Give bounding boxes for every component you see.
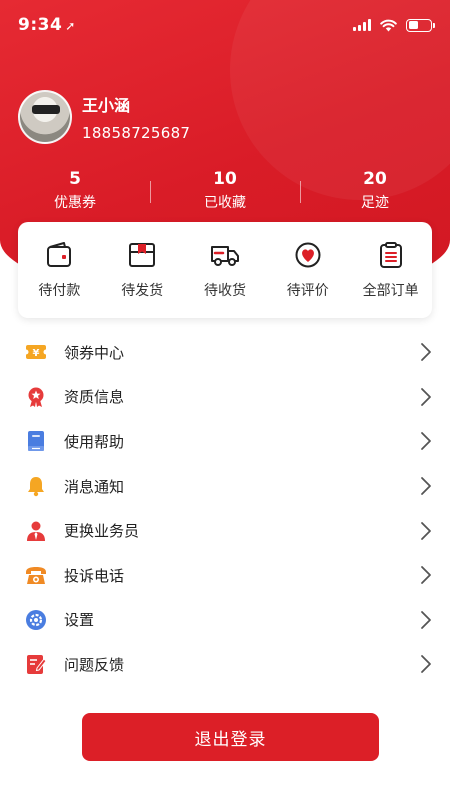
menu-label: 问题反馈	[64, 655, 125, 674]
stats-bar: 5 优惠券 10 已收藏 20 足迹	[0, 165, 450, 215]
menu-item-feedback[interactable]: 问题反馈	[0, 642, 450, 687]
menu-label: 资质信息	[64, 388, 125, 407]
user-name: 王小涵	[82, 96, 131, 115]
help-book-icon	[24, 429, 48, 453]
battery-icon	[406, 18, 435, 32]
user-profile[interactable]: 王小涵 18858725687	[18, 90, 190, 144]
wifi-icon	[380, 19, 397, 31]
svg-text:¥: ¥	[33, 348, 40, 359]
order-pending-payment[interactable]: 待付款	[18, 240, 101, 300]
stat-count: 5	[69, 168, 81, 189]
certificate-icon	[24, 385, 48, 409]
profile-page: 9:34 ➚ 王小涵 18858725687 5 优惠券 10 已收藏 20 足…	[0, 0, 450, 800]
stat-label: 足迹	[361, 194, 389, 211]
order-list-icon	[379, 242, 402, 268]
orders-card: 待付款 待发货 待收货 待评价 全部订单	[18, 222, 432, 318]
stat-label: 优惠券	[54, 194, 96, 211]
delivery-truck-icon	[210, 246, 239, 266]
menu-item-complaint-phone[interactable]: 投诉电话	[0, 553, 450, 598]
settings-menu: ¥ 领券中心 资质信息 使用帮助 消息通知 更换业务员 投诉电话 设置 问题反馈	[0, 330, 450, 687]
order-pending-receipt[interactable]: 待收货	[184, 240, 267, 300]
stat-count: 10	[213, 168, 237, 189]
order-label: 全部订单	[362, 283, 419, 299]
menu-item-settings[interactable]: 设置	[0, 598, 450, 643]
menu-item-change-salesperson[interactable]: 更换业务员	[0, 508, 450, 553]
order-pending-shipment[interactable]: 待发货	[101, 240, 184, 300]
stat-coupons[interactable]: 5 优惠券	[0, 169, 150, 212]
bell-icon	[24, 474, 48, 498]
order-label: 待发货	[121, 283, 164, 299]
chevron-right-icon	[421, 566, 431, 585]
stat-label: 已收藏	[204, 194, 246, 211]
stat-count: 20	[363, 168, 387, 189]
status-indicators	[353, 18, 435, 32]
avatar[interactable]	[18, 90, 72, 144]
chevron-right-icon	[421, 432, 431, 451]
chevron-right-icon	[421, 655, 431, 674]
chevron-right-icon	[421, 477, 431, 495]
salesperson-icon	[24, 519, 48, 543]
menu-item-qualification[interactable]: 资质信息	[0, 375, 450, 420]
logout-button[interactable]: 退出登录	[82, 713, 379, 761]
coupon-icon: ¥	[24, 340, 48, 364]
menu-item-notifications[interactable]: 消息通知	[0, 464, 450, 509]
chevron-right-icon	[421, 387, 431, 406]
menu-item-coupon-center[interactable]: ¥ 领券中心	[0, 330, 450, 375]
status-bar: 9:34 ➚	[0, 0, 450, 50]
order-label: 待评价	[286, 283, 329, 299]
menu-label: 领券中心	[64, 343, 125, 362]
menu-label: 设置	[64, 611, 95, 630]
order-all[interactable]: 全部订单	[349, 240, 432, 300]
feedback-icon	[24, 652, 48, 676]
order-label: 待收货	[203, 283, 246, 299]
stat-footprints[interactable]: 20 足迹	[300, 169, 450, 212]
package-icon	[129, 243, 156, 267]
menu-item-help[interactable]: 使用帮助	[0, 419, 450, 464]
status-time-text: 9:34	[18, 15, 63, 35]
status-time: 9:34 ➚	[18, 15, 76, 35]
review-icon	[295, 242, 321, 268]
chevron-right-icon	[421, 610, 431, 629]
wallet-icon	[47, 242, 72, 267]
order-pending-review[interactable]: 待评价	[266, 240, 349, 300]
order-label: 待付款	[38, 283, 81, 299]
menu-label: 更换业务员	[64, 522, 140, 541]
location-arrow-icon: ➚	[65, 19, 76, 33]
user-phone: 18858725687	[82, 124, 191, 142]
phone-icon	[24, 563, 48, 587]
stat-favorites[interactable]: 10 已收藏	[150, 169, 300, 212]
menu-label: 投诉电话	[64, 566, 125, 585]
cellular-signal-icon	[353, 19, 371, 31]
chevron-right-icon	[421, 521, 431, 540]
menu-label: 消息通知	[64, 477, 125, 496]
chevron-right-icon	[421, 343, 431, 362]
menu-label: 使用帮助	[64, 432, 125, 451]
profile-info: 王小涵 18858725687	[82, 92, 190, 142]
settings-icon	[24, 608, 48, 632]
